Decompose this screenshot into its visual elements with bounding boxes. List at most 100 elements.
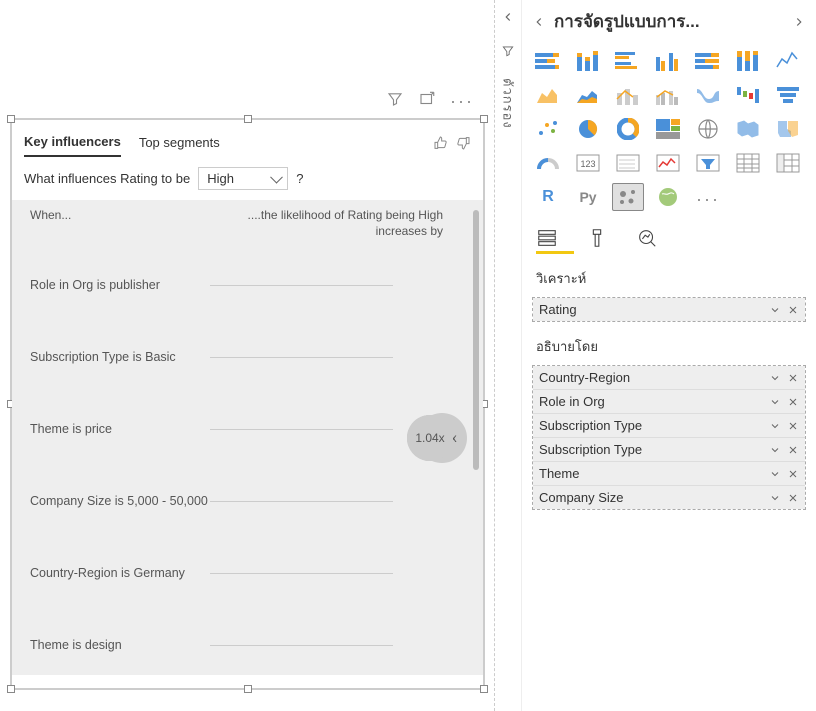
field-pill[interactable]: Subscription Type [533,437,805,461]
field-pill[interactable]: Country-Region [533,366,805,389]
line-clustered-column-icon[interactable] [652,81,684,109]
chevron-down-icon[interactable] [769,372,781,384]
area-chart-icon[interactable] [532,81,564,109]
influencer-row[interactable]: Country-Region is Germany 1.05x [30,537,473,609]
table-icon[interactable] [732,149,764,177]
chevron-left-icon[interactable] [501,10,515,24]
field-pill[interactable]: Subscription Type [533,413,805,437]
arcgis-icon[interactable] [652,183,684,211]
resize-handle[interactable] [480,115,488,123]
clustered-column-icon[interactable] [652,47,684,75]
map-icon[interactable] [692,115,724,143]
remove-field-icon[interactable] [787,444,799,456]
scrollbar[interactable] [473,210,479,470]
matrix-icon[interactable] [772,149,804,177]
ribbon-chart-icon[interactable] [692,81,724,109]
format-mode-icon[interactable] [586,227,608,249]
influencer-label: Theme is price [30,421,210,437]
chevron-down-icon[interactable] [769,444,781,456]
chevron-down-icon[interactable] [769,468,781,480]
filters-label[interactable]: ตัวกรอง [498,78,519,129]
influencer-row[interactable]: Theme is design 1.04x [30,609,473,675]
field-name: Role in Org [539,394,763,409]
help-icon[interactable]: ? [296,171,303,186]
r-visual-icon[interactable]: R [532,183,564,211]
explain-field-well[interactable]: Country-Region Role in Org Subscription … [532,365,806,510]
field-pill[interactable]: Role in Org [533,389,805,413]
influencer-label: Theme is design [30,637,210,653]
remove-field-icon[interactable] [787,468,799,480]
pie-icon[interactable] [572,115,604,143]
slicer-icon[interactable] [692,149,724,177]
remove-field-icon[interactable] [787,420,799,432]
chevron-down-icon[interactable] [769,492,781,504]
remove-field-icon[interactable] [787,372,799,384]
filled-map-icon[interactable] [732,115,764,143]
waterfall-icon[interactable] [732,81,764,109]
stacked-column-icon[interactable] [572,47,604,75]
resize-handle[interactable] [244,685,252,693]
resize-handle[interactable] [480,685,488,693]
influencer-label: Subscription Type is Basic [30,349,210,365]
hundred-stacked-bar-icon[interactable] [692,47,724,75]
tab-top-segments[interactable]: Top segments [139,129,220,156]
remove-field-icon[interactable] [787,396,799,408]
field-pill[interactable]: Company Size [533,485,805,509]
focus-mode-icon[interactable] [418,90,436,108]
resize-handle[interactable] [7,685,15,693]
value-dropdown[interactable]: High [198,167,288,190]
key-influencers-icon[interactable] [612,183,644,211]
analytics-mode-icon[interactable] [636,227,658,249]
filter-icon[interactable] [386,90,404,108]
clustered-bar-icon[interactable] [612,47,644,75]
field-pill[interactable]: Rating [533,298,805,321]
remove-field-icon[interactable] [787,492,799,504]
influencer-row[interactable]: Company Size is 5,000 - 50,000 1.05x [30,465,473,537]
tab-key-influencers[interactable]: Key influencers [24,128,121,157]
influencers-chart: When... ....the likelihood of Rating bei… [12,200,483,675]
hundred-stacked-column-icon[interactable] [732,47,764,75]
line-chart-icon[interactable] [772,47,804,75]
influencer-row[interactable]: Role in Org is publisher 1.12x [30,249,473,321]
shape-map-icon[interactable] [772,115,804,143]
report-canvas: ··· Key influencers Top segments What in… [0,0,495,711]
card-icon[interactable]: 123 [572,149,604,177]
visual-tabs: Key influencers Top segments [12,120,483,157]
visual-header-actions: ··· [386,90,474,108]
filter-pane-icon[interactable] [501,44,515,58]
resize-handle[interactable] [7,115,15,123]
more-visuals-icon[interactable]: ··· [692,183,724,211]
influencer-row[interactable]: Theme is price 1.07x [30,393,473,465]
donut-icon[interactable] [612,115,644,143]
fields-mode-icon[interactable] [536,227,558,249]
chevron-right-icon[interactable] [792,15,806,29]
gauge-icon[interactable] [532,149,564,177]
chevron-down-icon[interactable] [769,420,781,432]
line-stacked-column-icon[interactable] [612,81,644,109]
stacked-bar-icon[interactable] [532,47,564,75]
resize-handle[interactable] [244,115,252,123]
stacked-area-icon[interactable] [572,81,604,109]
more-options-icon[interactable]: ··· [450,92,474,106]
treemap-icon[interactable] [652,115,684,143]
thumbs-up-icon[interactable] [433,135,449,151]
chevron-down-icon[interactable] [769,396,781,408]
collapsed-pane-strip: ตัวกรอง [495,0,521,711]
analyze-section-label: วิเคราะห์ [528,262,810,295]
key-influencers-visual[interactable]: Key influencers Top segments What influe… [10,118,485,690]
chevron-left-icon[interactable] [532,15,546,29]
scatter-icon[interactable] [532,115,564,143]
multi-row-card-icon[interactable] [612,149,644,177]
funnel-icon[interactable] [772,81,804,109]
chevron-down-icon[interactable] [769,304,781,316]
thumbs-down-icon[interactable] [455,135,471,151]
influencer-row[interactable]: Subscription Type is Basic 1.07x [30,321,473,393]
field-pill[interactable]: Theme [533,461,805,485]
when-header: When... [30,208,240,239]
visualizations-panel: การจัดรูปแบบการ... 123 R Py [521,0,816,711]
field-name: Subscription Type [539,418,763,433]
python-visual-icon[interactable]: Py [572,183,604,211]
remove-field-icon[interactable] [787,304,799,316]
analyze-field-well[interactable]: Rating [532,297,806,322]
kpi-icon[interactable] [652,149,684,177]
